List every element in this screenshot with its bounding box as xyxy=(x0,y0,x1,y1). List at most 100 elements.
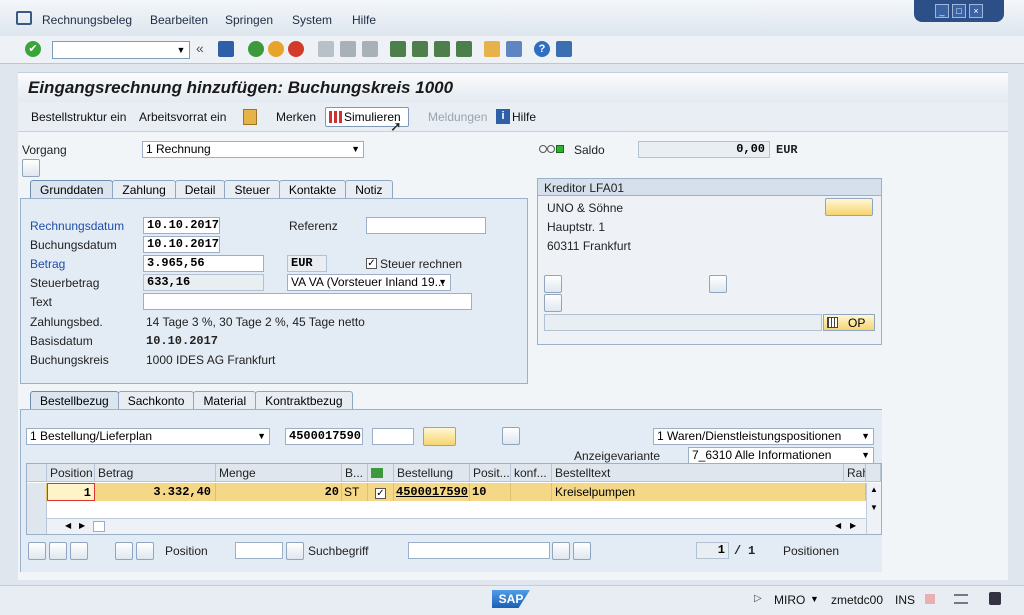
steuer-rechnen-checkbox[interactable]: ✓ xyxy=(366,258,377,269)
sort-ascending-icon[interactable] xyxy=(115,542,133,560)
cell-checkbox[interactable]: ✓ xyxy=(368,483,394,501)
tab-kontraktbezug[interactable]: Kontraktbezug xyxy=(255,391,353,410)
cancel-icon[interactable] xyxy=(288,41,304,57)
betrag-field[interactable]: 3.965,56 xyxy=(143,255,264,272)
menu-bearbeiten[interactable]: Bearbeiten xyxy=(150,13,208,27)
steuerkz-select[interactable]: VA VA (Vorsteuer Inland 19... ▼ xyxy=(287,274,451,291)
info-icon[interactable]: i xyxy=(496,109,510,124)
bestellstruktur-button[interactable]: Bestellstruktur ein xyxy=(31,110,126,124)
col-status[interactable] xyxy=(368,464,394,482)
menu-hilfe[interactable]: Hilfe xyxy=(352,13,376,27)
deselect-all-icon[interactable] xyxy=(49,542,67,560)
find-next-icon[interactable] xyxy=(573,542,591,560)
tab-grunddaten[interactable]: Grunddaten xyxy=(30,180,114,199)
double-chevron-left-icon[interactable]: « xyxy=(196,40,204,56)
position-input[interactable] xyxy=(372,428,414,445)
menu-rechnungsbeleg[interactable]: Rechnungsbeleg xyxy=(42,13,132,27)
cell-betrag[interactable]: 3.332,40 xyxy=(95,483,216,501)
text-field[interactable] xyxy=(143,293,472,310)
refresh-icon[interactable] xyxy=(70,542,88,560)
tab-sachkonto[interactable]: Sachkonto xyxy=(117,391,195,410)
col-rah[interactable]: Rah xyxy=(844,464,866,482)
enter-icon[interactable]: ✔ xyxy=(25,41,41,57)
col-bestellung[interactable]: Bestellung xyxy=(394,464,470,482)
table-select-all[interactable] xyxy=(27,464,47,482)
tab-material[interactable]: Material xyxy=(193,391,257,410)
suchbegriff-field[interactable] xyxy=(408,542,550,559)
horizontal-scrollbar[interactable]: ◀ ▶ ◀ ▶ xyxy=(47,518,866,534)
col-posit[interactable]: Posit... xyxy=(470,464,511,482)
find-icon[interactable] xyxy=(340,41,356,57)
referenz-field[interactable] xyxy=(366,217,486,234)
cell-posit[interactable]: 10 xyxy=(470,483,511,501)
save-icon[interactable] xyxy=(218,41,234,57)
scroll-up-icon[interactable]: ▲ xyxy=(870,485,878,494)
col-betrag[interactable]: Betrag xyxy=(95,464,216,482)
scroll-left-icon[interactable]: ◀ xyxy=(835,521,841,530)
kreditor-detail-button[interactable] xyxy=(825,198,873,216)
tab-bestellbezug[interactable]: Bestellbezug xyxy=(30,391,119,410)
close-icon[interactable]: × xyxy=(969,4,983,18)
maximize-icon[interactable]: □ xyxy=(952,4,966,18)
sort-descending-icon[interactable] xyxy=(136,542,154,560)
position-search-field[interactable] xyxy=(235,542,283,559)
scroll-thumb[interactable] xyxy=(93,521,105,532)
first-page-icon[interactable] xyxy=(390,41,406,57)
bestellnummer-field[interactable]: 4500017590 xyxy=(285,428,363,445)
shortcut-icon[interactable] xyxy=(506,41,522,57)
help-icon[interactable]: ? xyxy=(534,41,550,57)
scroll-left-icon[interactable]: ◀ xyxy=(65,521,71,530)
tab-zahlung[interactable]: Zahlung xyxy=(112,180,176,199)
settings-icon[interactable] xyxy=(502,427,520,445)
cell-menge[interactable]: 20 xyxy=(216,483,342,501)
find-next-icon[interactable] xyxy=(362,41,378,57)
cell-bestelltext[interactable]: Kreiselpumpen xyxy=(552,483,866,501)
vorgang-select[interactable]: 1 Rechnung ▼ xyxy=(142,141,364,158)
tab-steuer[interactable]: Steuer xyxy=(224,180,280,199)
back-icon[interactable] xyxy=(248,41,264,57)
play-icon[interactable]: ▷ xyxy=(754,593,762,604)
lock-icon[interactable] xyxy=(989,592,1001,605)
position-go-icon[interactable] xyxy=(286,542,304,560)
cell-konf[interactable] xyxy=(511,483,552,501)
hilfe-button[interactable]: Hilfe xyxy=(512,110,536,124)
print-preview-icon[interactable] xyxy=(709,275,727,293)
tab-detail[interactable]: Detail xyxy=(174,180,226,199)
document-icon[interactable] xyxy=(544,294,562,312)
col-bme[interactable]: B... xyxy=(342,464,368,482)
structure-icon[interactable] xyxy=(22,159,40,177)
command-field[interactable]: ▼ xyxy=(52,41,190,59)
col-konf[interactable]: konf... xyxy=(511,464,552,482)
cell-bme[interactable]: ST xyxy=(342,483,368,501)
col-bestelltext[interactable]: Bestelltext xyxy=(552,464,844,482)
row-selector[interactable] xyxy=(27,483,47,501)
arbeitsvorrat-button[interactable]: Arbeitsvorrat ein xyxy=(139,110,226,124)
find-icon[interactable] xyxy=(552,542,570,560)
list-icon[interactable] xyxy=(544,275,562,293)
tab-kontakte[interactable]: Kontakte xyxy=(278,180,347,199)
last-page-icon[interactable] xyxy=(456,41,472,57)
vertical-scrollbar[interactable]: ▲ ▼ xyxy=(866,483,881,534)
uebernehmen-button[interactable] xyxy=(423,427,456,446)
menu-icon[interactable] xyxy=(16,11,32,25)
scroll-down-icon[interactable]: ▼ xyxy=(870,503,878,512)
exit-icon[interactable] xyxy=(268,41,284,57)
print-icon[interactable] xyxy=(318,41,334,57)
op-button[interactable]: OP xyxy=(823,314,875,331)
new-session-icon[interactable] xyxy=(484,41,500,57)
rechnungsdatum-field[interactable]: 10.10.2017 xyxy=(143,217,220,234)
scroll-right-icon[interactable]: ▶ xyxy=(850,521,856,530)
positionstyp-select[interactable]: 1 Waren/Dienstleistungspositionen ▼ xyxy=(653,428,874,445)
cell-bestellung[interactable]: 4500017590 xyxy=(394,483,470,501)
layout-icon[interactable] xyxy=(954,594,968,604)
cell-position[interactable]: 1 xyxy=(47,483,95,501)
anzeigevariante-select[interactable]: 7_6310 Alle Informationen ▼ xyxy=(688,447,874,464)
chevron-down-icon[interactable]: ▼ xyxy=(175,44,187,56)
scroll-right-icon[interactable]: ▶ xyxy=(79,521,85,530)
referenzbeleg-select[interactable]: 1 Bestellung/Lieferplan ▼ xyxy=(26,428,270,445)
col-position[interactable]: Position xyxy=(47,464,95,482)
previous-page-icon[interactable] xyxy=(412,41,428,57)
col-menge[interactable]: Menge xyxy=(216,464,342,482)
menu-system[interactable]: System xyxy=(292,13,332,27)
tab-notiz[interactable]: Notiz xyxy=(345,180,393,199)
